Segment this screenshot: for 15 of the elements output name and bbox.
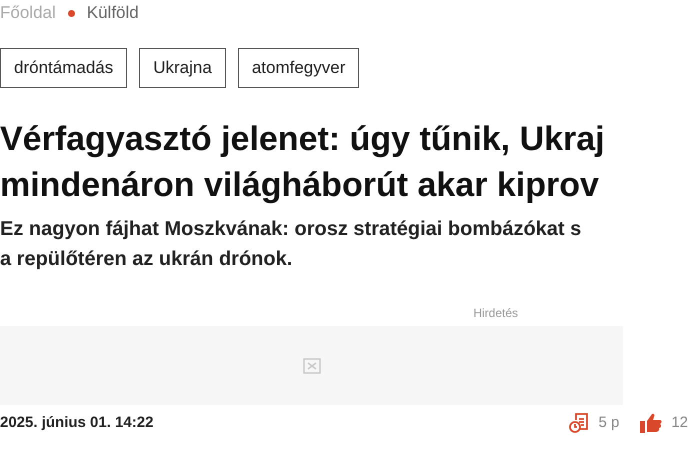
reading-time: 5 p: [598, 412, 620, 433]
headline: Vérfagyasztó jelenet: úgy tűnik, Ukraj: [0, 119, 605, 160]
lead-text: Ez nagyon fájhat Moszkvának: orosz stratégiai bombázókat s: [0, 217, 582, 242]
ad-label: Hirdetés: [473, 305, 518, 322]
tag-link[interactable]: Ukrajna: [139, 48, 226, 88]
tag-link[interactable]: dróntámadás: [0, 48, 128, 88]
broken-image-icon: [302, 358, 320, 374]
headline: mindenáron világháborút akar kiprov: [0, 165, 599, 206]
tag-link[interactable]: atomfegyver: [238, 48, 360, 88]
lead-text: a repülőtéren az ukrán drónok.: [0, 247, 292, 272]
like-count: 12: [671, 412, 688, 433]
thumbs-up-icon[interactable]: [639, 412, 664, 434]
publish-date: 2025. június 01. 14:22: [0, 412, 154, 433]
breadcrumb-link[interactable]: Külföld: [86, 0, 139, 26]
reading-time-icon: [568, 412, 590, 434]
